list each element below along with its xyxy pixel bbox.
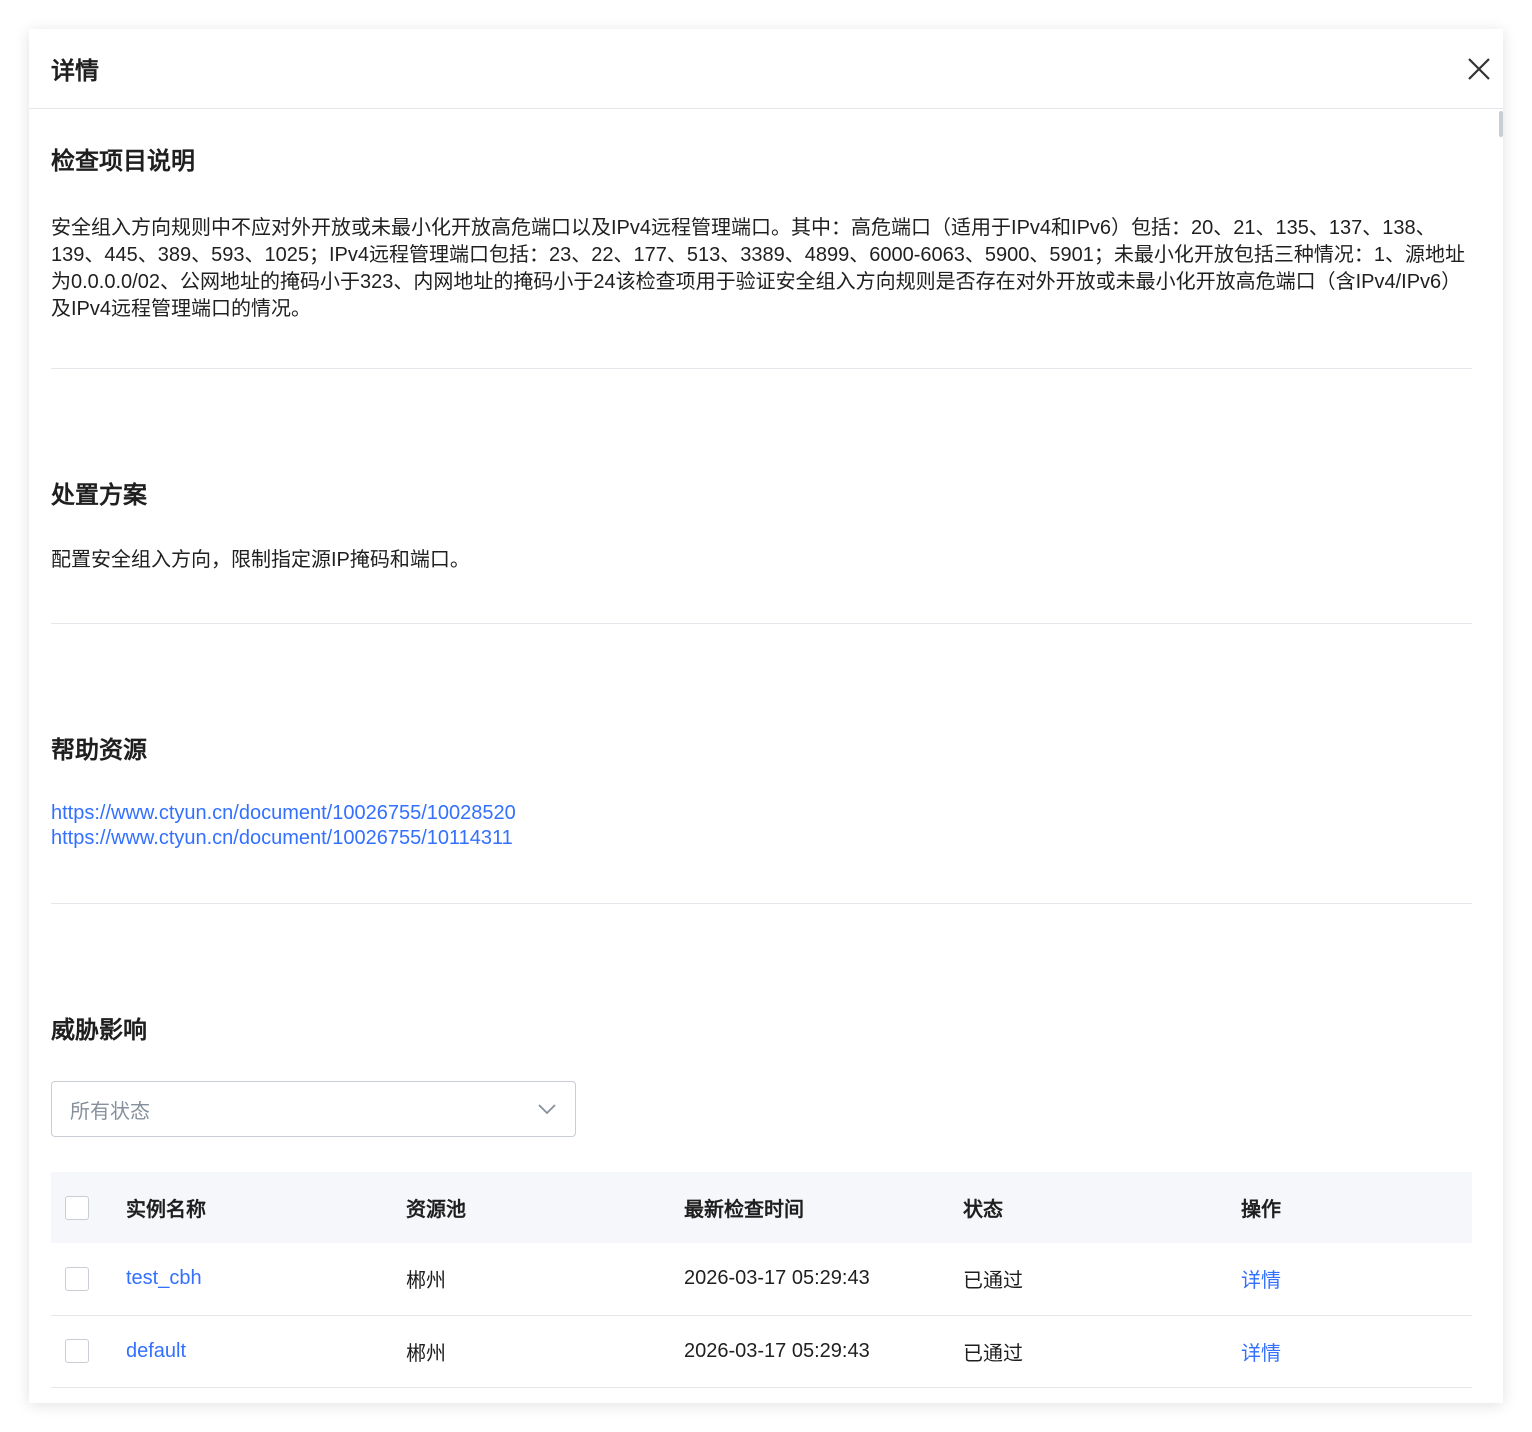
details-link[interactable]: 详情 bbox=[1241, 1243, 1472, 1316]
column-header: 资源池 bbox=[406, 1172, 684, 1243]
column-header: 实例名称 bbox=[126, 1172, 406, 1243]
section-heading: 检查项目说明 bbox=[51, 148, 195, 175]
details-link[interactable]: 详情 bbox=[1241, 1315, 1472, 1388]
column-header: 操作 bbox=[1241, 1172, 1472, 1243]
instances-table: 实例名称 资源池 最新检查时间 状态 操作 test_cbh 郴州 2026-0… bbox=[51, 1172, 1472, 1388]
resource-pool: 郴州 bbox=[406, 1243, 684, 1316]
status-filter-value: 所有状态 bbox=[70, 1100, 150, 1123]
check-time: 2026-03-17 05:29:43 bbox=[684, 1315, 963, 1388]
section-heading: 威胁影响 bbox=[51, 1017, 147, 1044]
section-heading: 处置方案 bbox=[51, 482, 147, 509]
help-link[interactable]: https://www.ctyun.cn/document/10026755/1… bbox=[51, 826, 1472, 851]
help-link[interactable]: https://www.ctyun.cn/document/10026755/1… bbox=[51, 801, 1472, 826]
row-checkbox[interactable] bbox=[65, 1339, 89, 1363]
close-icon[interactable] bbox=[1465, 55, 1493, 83]
solution-text: 配置安全组入方向，限制指定源IP掩码和端口。 bbox=[51, 549, 470, 571]
check-description-section: 检查项目说明 安全组入方向规则中不应对外开放或未最小化开放高危端口以及IPv4远… bbox=[51, 109, 1472, 369]
scrollbar[interactable] bbox=[1499, 111, 1503, 137]
column-header: 最新检查时间 bbox=[684, 1172, 963, 1243]
resource-pool: 郴州 bbox=[406, 1315, 684, 1388]
instance-name-link[interactable]: test_cbh bbox=[126, 1243, 406, 1316]
details-dialog: 详情 检查项目说明 安全组入方向规则中不应对外开放或未最小化开放高危端口以及IP… bbox=[29, 29, 1503, 1403]
dialog-header: 详情 bbox=[29, 29, 1503, 109]
table-header-row: 实例名称 资源池 最新检查时间 状态 操作 bbox=[51, 1172, 1472, 1243]
check-description-text: 安全组入方向规则中不应对外开放或未最小化开放高危端口以及IPv4远程管理端口。其… bbox=[51, 217, 1465, 320]
section-heading: 帮助资源 bbox=[51, 737, 147, 764]
check-time: 2026-03-17 05:29:43 bbox=[684, 1243, 963, 1316]
table-row: default 郴州 2026-03-17 05:29:43 已通过 详情 bbox=[51, 1315, 1472, 1388]
impact-section: 威胁影响 所有状态 实例名称 资源池 最新检查时间 状态 操作 test_cbh… bbox=[51, 904, 1472, 1388]
row-checkbox[interactable] bbox=[65, 1266, 89, 1291]
status-filter-select[interactable]: 所有状态 bbox=[51, 1081, 576, 1137]
table-row: test_cbh 郴州 2026-03-17 05:29:43 已通过 详情 bbox=[51, 1243, 1472, 1316]
status: 已通过 bbox=[963, 1315, 1241, 1388]
help-section: 帮助资源 https://www.ctyun.cn/document/10026… bbox=[51, 624, 1472, 904]
select-all-checkbox[interactable] bbox=[65, 1195, 89, 1220]
dialog-title: 详情 bbox=[51, 58, 99, 85]
column-header: 状态 bbox=[963, 1172, 1241, 1243]
chevron-down-icon bbox=[538, 1104, 556, 1115]
instance-name-link[interactable]: default bbox=[126, 1315, 406, 1388]
status: 已通过 bbox=[963, 1243, 1241, 1316]
solution-section: 处置方案 配置安全组入方向，限制指定源IP掩码和端口。 bbox=[51, 369, 1472, 624]
